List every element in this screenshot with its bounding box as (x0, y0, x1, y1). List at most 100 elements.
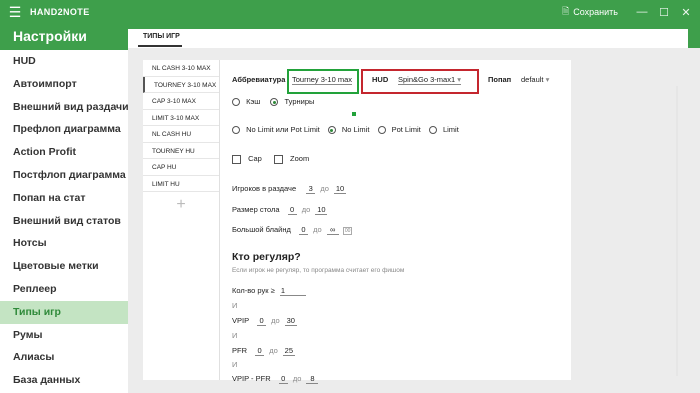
list-item[interactable]: NL CASH HU (143, 126, 219, 143)
list-item[interactable]: TOURNEY 3-10 MAX (143, 76, 219, 93)
abbreviation-input[interactable]: Tourney 3-10 max (292, 75, 353, 85)
sidebar-item-aliases[interactable]: Алиасы (0, 346, 128, 369)
save-label: Сохранить (573, 7, 618, 17)
hud-select-value: Spin&Go 3-max1 (398, 75, 456, 84)
radio-pl[interactable] (377, 126, 386, 135)
players-row: Игроков в раздаче 3 до 10 (232, 184, 346, 194)
big-blind-to-input[interactable]: ∞ (326, 225, 339, 235)
big-blind-to-label: до (313, 225, 322, 234)
pfr-to-input[interactable]: 25 (282, 346, 295, 356)
radio-nl[interactable] (327, 126, 336, 135)
sidebar-item-stat-popup[interactable]: Попап на стат (0, 187, 128, 210)
vpip-pfr-label: VPIP - PFR (232, 374, 271, 383)
vpip-to-input[interactable]: 30 (284, 316, 297, 326)
radio-cash-label: Кэш (246, 97, 261, 106)
chevron-down-icon: ▾ (457, 75, 461, 84)
radio-cash[interactable] (232, 98, 240, 107)
zoom-checkbox[interactable] (273, 154, 283, 164)
popup-label: Попап (488, 75, 512, 84)
radio-pl-label: Pot Limit (391, 125, 421, 134)
and-label: И (232, 360, 238, 369)
hands-row: Кол-во рук ≥ 1 (232, 286, 306, 296)
vpip-pfr-to-input[interactable]: 8 (306, 374, 319, 384)
sidebar-item-hand-appearance[interactable]: Внешний вид раздачи (0, 96, 129, 119)
game-type-list: NL CASH 3-10 MAX TOURNEY 3-10 MAX CAP 3-… (143, 60, 220, 380)
popup-select[interactable]: default ▾ (521, 75, 549, 84)
sidebar-item-autoimport[interactable]: Автоимпорт (0, 73, 128, 96)
tab-bar: ТИПЫ ИГР (128, 29, 688, 48)
regular-section-description: Если игрок не регуляр, то программа счит… (232, 267, 405, 274)
add-game-type-button[interactable]: + (143, 196, 219, 214)
chevron-down-icon: ▾ (545, 75, 550, 84)
status-indicator (352, 112, 356, 116)
save-button[interactable]: 🗎 Сохранить (562, 4, 618, 20)
sidebar-item-rooms[interactable]: Румы (0, 324, 128, 347)
hands-input[interactable]: 1 (279, 286, 306, 296)
players-from-input[interactable]: 3 (306, 184, 316, 194)
vpip-pfr-row: VPIP - PFR 0 до 8 (232, 374, 319, 384)
radio-limit-label: Limit (442, 125, 459, 134)
players-to-input[interactable]: 10 (333, 184, 346, 194)
big-blind-from-input[interactable]: 0 (298, 225, 308, 235)
scrollbar[interactable] (676, 86, 678, 376)
vpip-label: VPIP (232, 316, 249, 325)
and-label: И (232, 331, 238, 340)
minimize-icon[interactable]: — (634, 6, 650, 18)
list-item[interactable]: CAP 3-10 MAX (143, 93, 219, 110)
pfr-from-input[interactable]: 0 (255, 346, 265, 356)
popup-select-value: default (521, 75, 544, 84)
pfr-label: PFR (232, 346, 247, 355)
hamburger-icon[interactable]: ☰ (0, 0, 30, 24)
game-mode-group: Кэш Турниры (232, 97, 315, 107)
sidebar-item-replayer[interactable]: Реплеер (0, 278, 128, 301)
sidebar-item-color-markers[interactable]: Цветовые метки (0, 255, 128, 278)
and-label: И (232, 301, 238, 310)
vpip-from-input[interactable]: 0 (257, 316, 267, 326)
list-item[interactable]: TOURNEY HU (143, 143, 219, 159)
list-item[interactable]: LIMIT 3-10 MAX (143, 110, 219, 126)
sidebar-item-notes[interactable]: Нотсы (0, 232, 128, 255)
zoom-label: Zoom (290, 154, 310, 163)
sidebar-item-postflop-chart[interactable]: Постфлоп диаграмма (0, 164, 128, 187)
vpip-pfr-from-input[interactable]: 0 (278, 374, 288, 384)
tab-game-types[interactable]: ТИПЫ ИГР (139, 33, 184, 40)
app-name: HAND2NOTE (30, 7, 90, 17)
sidebar-item-preflop-chart[interactable]: Префлоп диаграмма (0, 118, 128, 141)
maximize-icon[interactable]: ☐ (656, 6, 672, 19)
hud-label: HUD (372, 75, 389, 84)
radio-tourney-label: Турниры (284, 97, 315, 106)
title-bar: ☰ HAND2NOTE 🗎 Сохранить — ☐ ✕ (0, 0, 700, 24)
list-item[interactable]: NL CASH 3-10 MAX (143, 60, 219, 77)
hands-label: Кол-во рук ≥ (232, 286, 275, 295)
vpip-row: VPIP 0 до 30 (232, 316, 297, 326)
radio-tourney[interactable] (270, 98, 279, 107)
table-size-to-label: до (301, 205, 311, 214)
game-types-panel: NL CASH 3-10 MAX TOURNEY 3-10 MAX CAP 3-… (143, 60, 571, 384)
cap-label: Cap (248, 154, 262, 163)
tab-active-indicator (138, 45, 182, 47)
big-blind-label: Большой блайнд (232, 225, 291, 234)
table-size-from-input[interactable]: 0 (287, 205, 297, 215)
hud-select[interactable]: Spin&Go 3-max1 ▾ (398, 75, 461, 85)
radio-limit[interactable] (428, 126, 437, 135)
table-size-to-input[interactable]: 10 (315, 205, 328, 215)
abbreviation-label: Аббревиатура (232, 75, 286, 84)
sidebar-item-hud[interactable]: HUD (0, 50, 128, 73)
title-bar-controls: 🗎 Сохранить — ☐ ✕ (562, 0, 694, 24)
infinity-toggle[interactable]: 00 (342, 227, 353, 235)
regular-section-title: Кто регуляр? (232, 251, 301, 263)
pfr-row: PFR 0 до 25 (232, 346, 295, 356)
sidebar-item-database[interactable]: База данных (0, 369, 128, 392)
sidebar-item-game-types[interactable]: Типы игр (0, 300, 128, 324)
limit-type-group: No Limit или Pot Limit No Limit Pot Limi… (232, 125, 459, 135)
radio-nl-or-pl-label: No Limit или Pot Limit (246, 125, 320, 134)
list-item[interactable]: CAP HU (143, 159, 219, 176)
close-icon[interactable]: ✕ (678, 6, 694, 19)
pfr-to-label: до (269, 346, 278, 355)
sidebar-item-action-profit[interactable]: Action Profit (0, 141, 128, 164)
players-to-label: до (320, 184, 329, 193)
cap-checkbox[interactable] (232, 154, 241, 164)
radio-nl-or-pl[interactable] (232, 126, 240, 135)
sidebar-item-stat-appearance[interactable]: Внешний вид статов (0, 210, 128, 233)
list-item[interactable]: LIMIT HU (143, 176, 219, 192)
